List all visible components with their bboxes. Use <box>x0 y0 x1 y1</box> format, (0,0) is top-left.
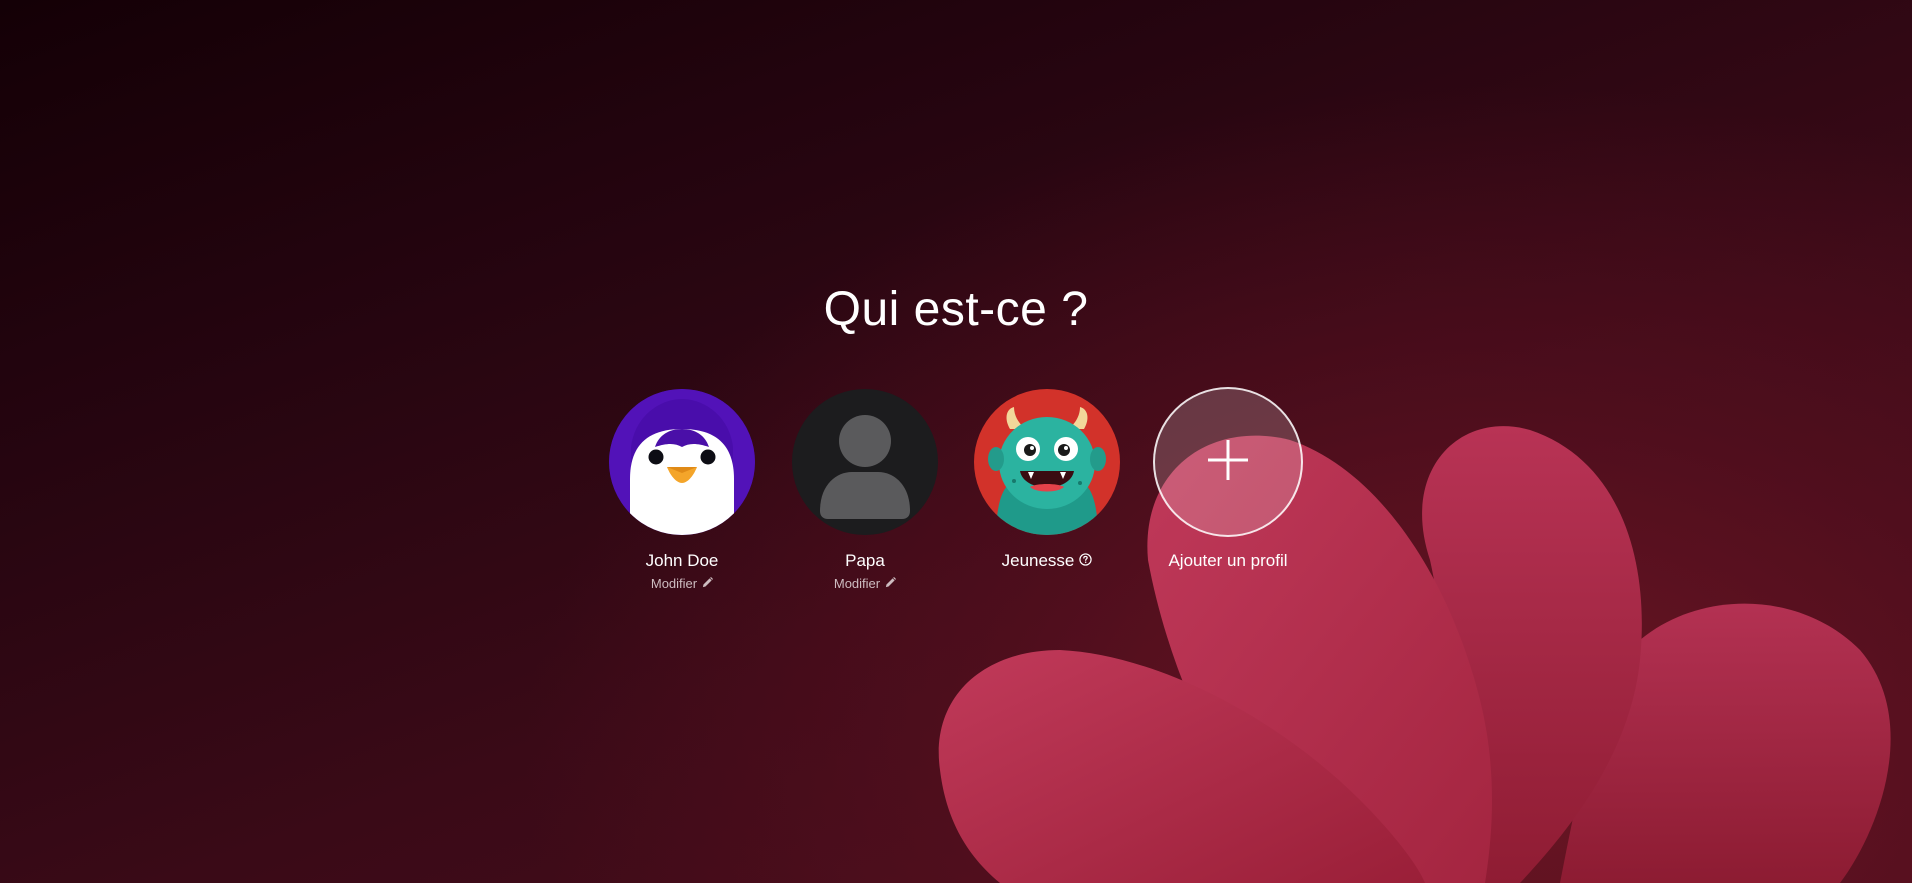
profile-name-row: Jeunesse <box>1002 551 1093 571</box>
profile-papa[interactable]: Papa Modifier <box>790 389 940 591</box>
page-title: Qui est-ce ? <box>823 283 1089 336</box>
add-profile-circle[interactable] <box>1153 387 1303 537</box>
add-profile-label: Ajouter un profil <box>1168 551 1288 570</box>
pencil-icon <box>885 576 897 591</box>
pencil-icon <box>702 576 714 591</box>
add-profile-button[interactable]: Ajouter un profil <box>1153 387 1303 571</box>
question-circle-icon[interactable] <box>1079 551 1093 571</box>
edit-profile-link[interactable]: Modifier <box>650 576 714 591</box>
edit-profile-link[interactable]: Modifier <box>833 576 897 591</box>
profile-john-doe[interactable]: John Doe Modifier <box>607 389 757 591</box>
edit-label: Modifier <box>833 576 881 591</box>
profile-name: Papa <box>845 551 885 570</box>
profile-name: John Doe <box>645 551 719 570</box>
profile-name: Jeunesse <box>1001 551 1075 570</box>
avatar-penguin-icon[interactable] <box>609 389 755 535</box>
background-flower <box>938 426 1891 883</box>
avatar-person-silhouette-icon[interactable] <box>792 389 938 535</box>
profile-jeunesse[interactable]: Jeunesse <box>972 389 1122 571</box>
avatar-monster-icon[interactable] <box>974 389 1120 535</box>
edit-label: Modifier <box>650 576 698 591</box>
plus-icon <box>1206 438 1250 487</box>
